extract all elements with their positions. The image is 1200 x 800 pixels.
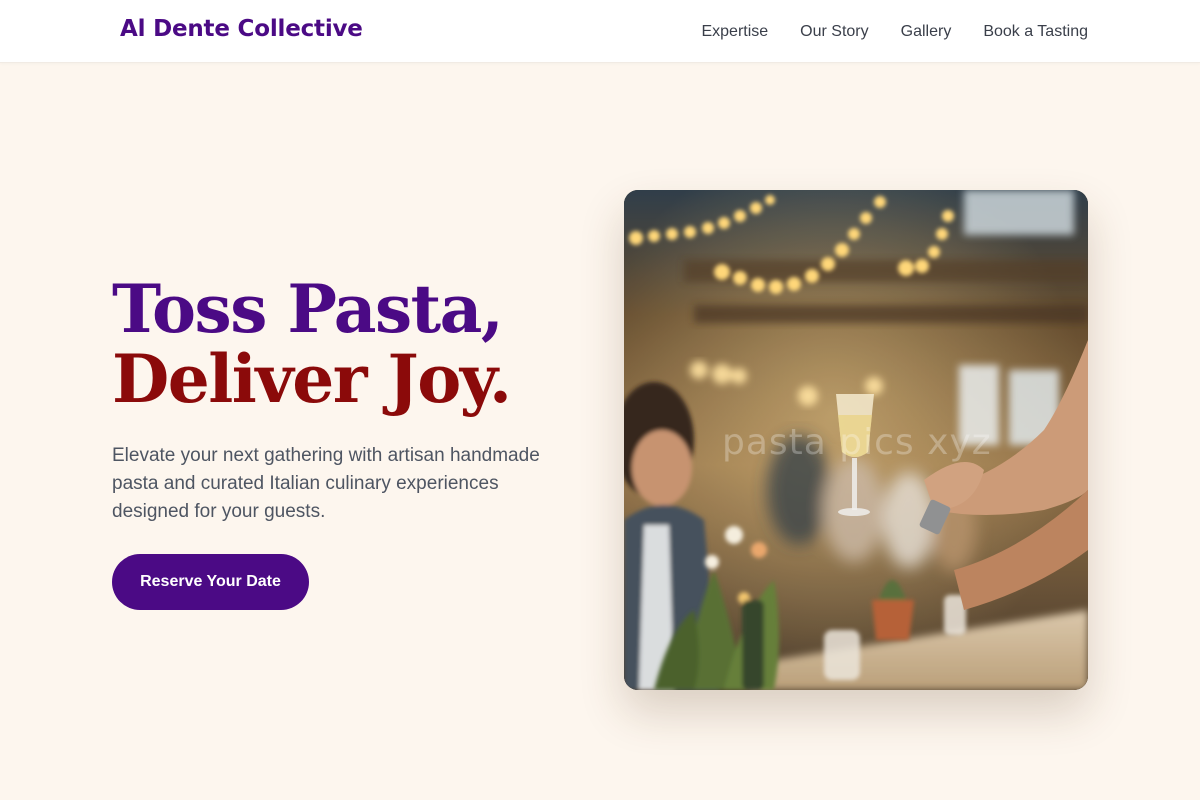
hero-subtext: Elevate your next gathering with artisan…: [112, 445, 540, 522]
hero-photo: pasta pics xyz: [624, 190, 1088, 690]
reserve-date-button[interactable]: Reserve Your Date: [112, 554, 309, 610]
nav-link-our-story[interactable]: Our Story: [800, 23, 868, 41]
main-nav: Expertise Our Story Gallery Book a Tasti…: [701, 0, 1088, 63]
hero-headline-line2: Deliver Joy.: [112, 340, 512, 418]
hero-headline-line1: Toss Pasta,: [112, 270, 504, 348]
nav-link-book-a-tasting[interactable]: Book a Tasting: [983, 23, 1088, 41]
top-navbar: Al Dente Collective Expertise Our Story …: [0, 0, 1200, 63]
photo-watermark: pasta pics xyz: [722, 422, 992, 463]
nav-link-gallery[interactable]: Gallery: [901, 23, 952, 41]
nav-link-expertise[interactable]: Expertise: [701, 23, 768, 41]
hero-headline: Toss Pasta, Deliver Joy.: [112, 274, 582, 414]
hero-text-block: Toss Pasta, Deliver Joy. Elevate your ne…: [112, 274, 582, 526]
brand-logo-link[interactable]: Al Dente Collective: [120, 16, 363, 42]
